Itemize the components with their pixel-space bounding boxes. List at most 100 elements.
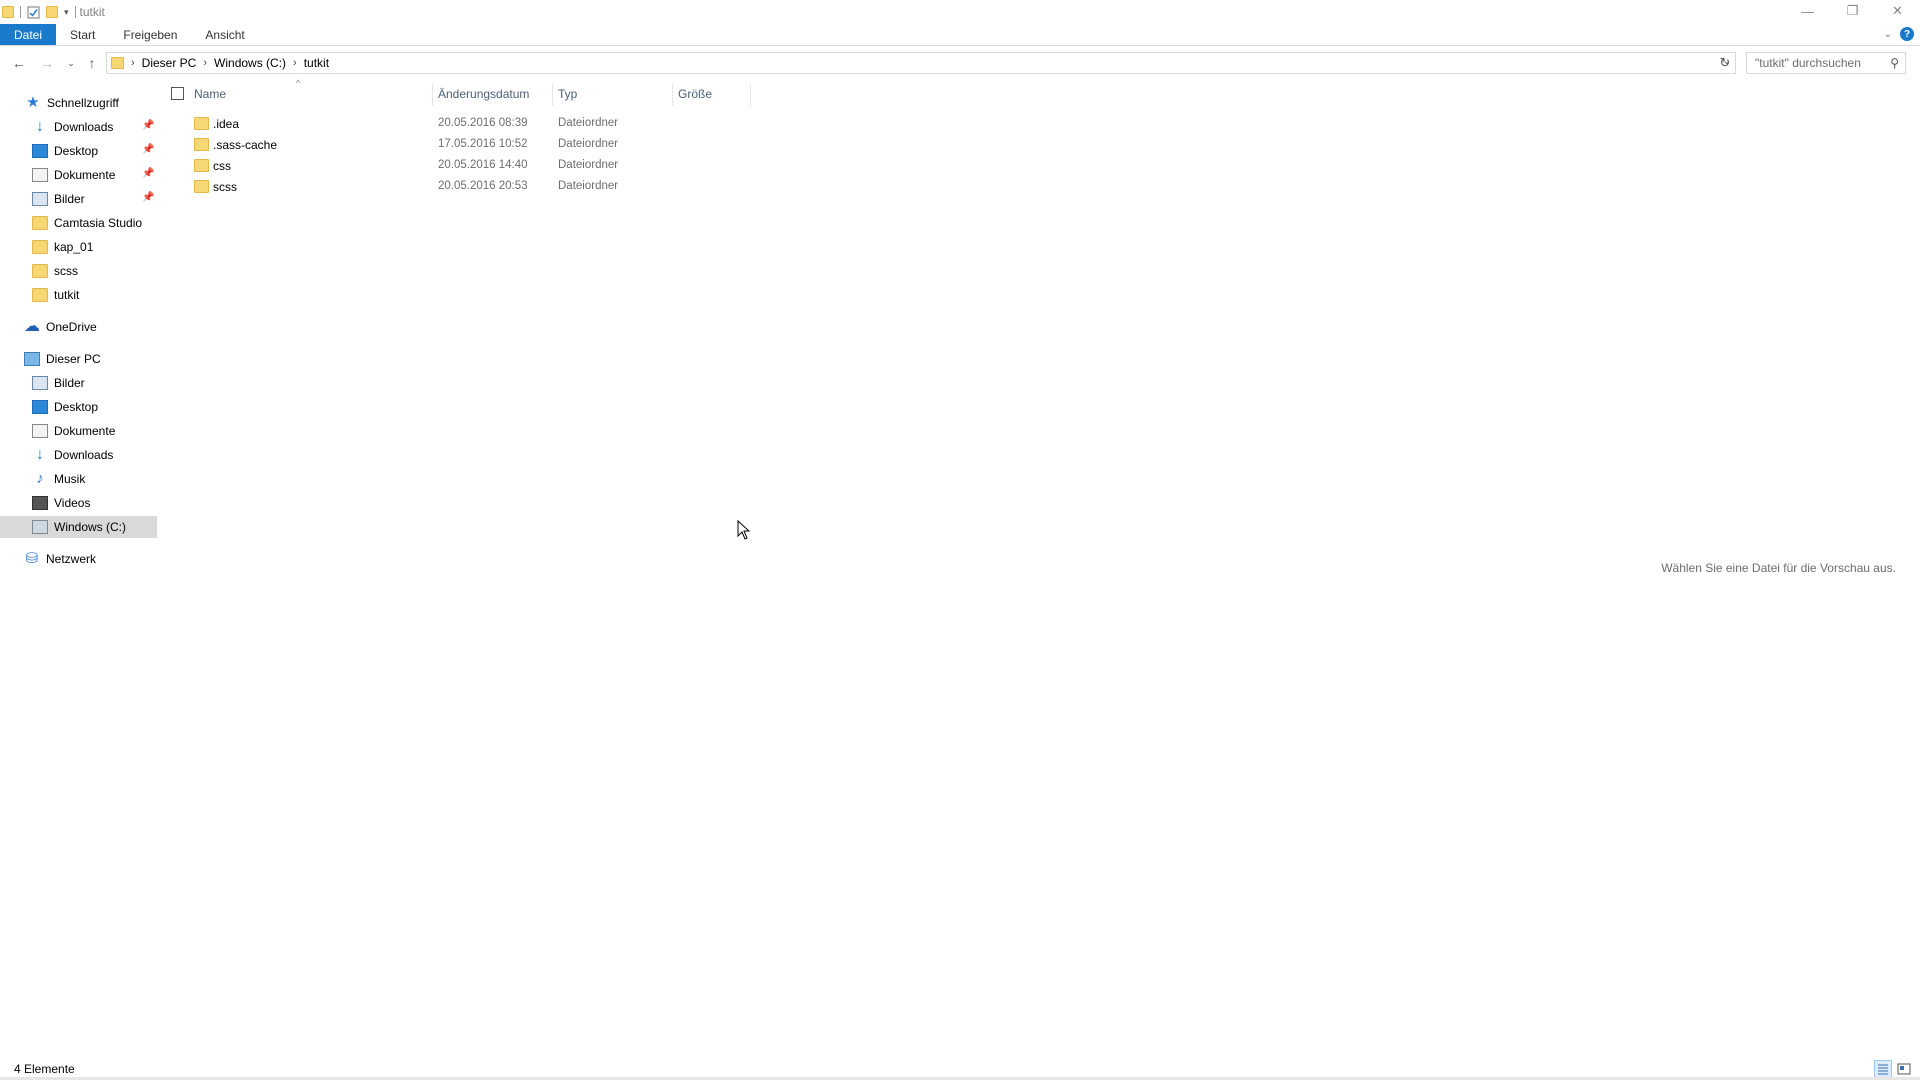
pin-icon[interactable]: 📌 <box>142 192 154 203</box>
folder-icon <box>194 159 209 172</box>
up-arrow-icon: ↑ <box>88 55 96 71</box>
nav-item-tutkit[interactable]: tutkit <box>0 284 157 306</box>
folder-icon <box>32 264 48 278</box>
nav-label: Downloads <box>54 120 114 134</box>
forward-button[interactable]: → <box>38 54 56 72</box>
pin-icon[interactable]: 📌 <box>142 120 154 131</box>
nav-item-dokumente-pc[interactable]: Dokumente <box>0 420 157 442</box>
column-header-date[interactable]: Änderungsdatum <box>438 82 529 106</box>
file-date: 20.05.2016 08:39 <box>438 117 528 129</box>
chevron-right-icon: › <box>131 57 135 69</box>
expand-ribbon-icon[interactable]: ⌄ <box>1884 29 1892 40</box>
minimize-button[interactable]: — <box>1785 0 1830 22</box>
customize-qat-icon[interactable]: ▾ <box>64 7 69 18</box>
refresh-button[interactable]: ↻ <box>1716 54 1734 72</box>
nav-item-downloads-pc[interactable]: ↓ Downloads <box>0 444 157 466</box>
nav-item-desktop[interactable]: Desktop 📌 <box>0 140 157 162</box>
chevron-down-icon: ⌄ <box>67 57 75 68</box>
nav-label: Desktop <box>54 400 99 414</box>
nav-label: Videos <box>54 496 91 510</box>
nav-quick-access[interactable]: ★ Schnellzugriff <box>0 92 157 114</box>
file-type: Dateiordner <box>558 117 619 129</box>
search-input[interactable]: "tutkit" durchsuchen ⚲ <box>1746 52 1906 74</box>
select-all-checkbox[interactable] <box>171 87 184 100</box>
nav-item-windows-c[interactable]: Windows (C:) <box>0 516 157 538</box>
nav-label: Windows (C:) <box>54 520 127 534</box>
tab-datei[interactable]: Datei <box>0 24 57 45</box>
quick-access-toolbar: ▾ <box>0 0 76 24</box>
breadcrumb-windows-c[interactable]: Windows (C:) <box>210 56 290 70</box>
nav-item-dokumente[interactable]: Dokumente 📌 <box>0 164 157 186</box>
details-view-button[interactable] <box>1874 1060 1892 1078</box>
file-type: Dateiordner <box>558 180 619 192</box>
help-icon[interactable]: ? <box>1900 27 1914 41</box>
file-row[interactable]: css 20.05.2016 14:40 Dateiordner <box>190 156 750 176</box>
pin-icon[interactable]: 📌 <box>142 168 154 179</box>
download-icon: ↓ <box>36 446 44 463</box>
nav-item-desktop-pc[interactable]: Desktop <box>0 396 157 418</box>
nav-this-pc[interactable]: Dieser PC <box>0 348 157 370</box>
file-date: 20.05.2016 20:53 <box>438 180 528 192</box>
column-label: Typ <box>558 87 578 101</box>
nav-item-bilder[interactable]: Bilder 📌 <box>0 188 157 210</box>
file-type: Dateiordner <box>558 138 619 150</box>
column-divider[interactable] <box>552 84 553 106</box>
nav-item-camtasia-studio[interactable]: Camtasia Studio <box>0 212 157 234</box>
column-header-type[interactable]: Typ <box>558 82 577 106</box>
column-header-name[interactable]: Name <box>194 82 226 106</box>
tab-ansicht[interactable]: Ansicht <box>191 24 258 45</box>
cloud-icon: ☁ <box>24 318 40 335</box>
documents-icon <box>32 424 48 438</box>
pin-icon[interactable]: 📌 <box>142 144 154 155</box>
new-folder-icon[interactable] <box>46 6 58 18</box>
file-row[interactable]: .sass-cache 17.05.2016 10:52 Dateiordner <box>190 135 750 155</box>
recent-locations-button[interactable]: ⌄ <box>62 54 80 72</box>
breadcrumb-dieser-pc[interactable]: Dieser PC <box>138 56 201 70</box>
nav-label: Desktop <box>54 144 99 158</box>
ribbon-tabs: Datei Start Freigeben Ansicht ⌄ ? <box>0 24 1920 46</box>
nav-label: Dokumente <box>54 168 116 182</box>
folder-icon <box>32 216 48 230</box>
nav-onedrive[interactable]: ☁ OneDrive <box>0 316 157 338</box>
nav-label: Dieser PC <box>46 352 101 366</box>
properties-icon[interactable] <box>27 6 40 19</box>
file-row[interactable]: .idea 20.05.2016 08:39 Dateiordner <box>190 114 750 134</box>
file-row[interactable]: scss 20.05.2016 20:53 Dateiordner <box>190 177 750 197</box>
nav-item-bilder-pc[interactable]: Bilder <box>0 372 157 394</box>
large-icons-view-button[interactable] <box>1895 1060 1913 1078</box>
nav-label: tutkit <box>54 288 80 302</box>
sort-ascending-icon: ^ <box>296 78 301 88</box>
column-divider[interactable] <box>750 84 751 106</box>
nav-item-kap-01[interactable]: kap_01 <box>0 236 157 258</box>
forward-arrow-icon: → <box>40 55 54 71</box>
tab-freigeben[interactable]: Freigeben <box>109 24 191 45</box>
close-button[interactable]: ✕ <box>1875 0 1920 22</box>
divider <box>74 6 76 18</box>
column-divider[interactable] <box>432 84 433 106</box>
column-header-size[interactable]: Größe <box>678 82 712 106</box>
nav-item-videos[interactable]: Videos <box>0 492 157 514</box>
nav-label: Downloads <box>54 448 114 462</box>
nav-item-scss[interactable]: scss <box>0 260 157 282</box>
details-view-icon <box>1878 1064 1888 1075</box>
column-label: Größe <box>678 87 713 101</box>
nav-network[interactable]: ⛁ Netzwerk <box>0 548 157 570</box>
tab-start[interactable]: Start <box>56 24 109 45</box>
documents-icon <box>32 168 48 182</box>
chevron-right-icon[interactable]: › <box>290 57 300 69</box>
restore-button[interactable]: ❐ <box>1830 0 1875 22</box>
nav-item-musik[interactable]: ♪ Musik <box>0 468 157 490</box>
up-button[interactable]: ↑ <box>83 54 101 72</box>
navigation-pane: ★ Schnellzugriff ↓ Downloads 📌 Desktop 📌… <box>0 90 158 1050</box>
back-button[interactable]: ← <box>10 54 28 72</box>
file-name: .sass-cache <box>213 138 278 152</box>
search-icon: ⚲ <box>1890 56 1899 70</box>
window-title: tutkit <box>79 5 105 19</box>
breadcrumb-tutkit[interactable]: tutkit <box>300 56 333 70</box>
folder-icon <box>194 138 209 151</box>
nav-item-downloads[interactable]: ↓ Downloads 📌 <box>0 116 157 138</box>
chevron-right-icon[interactable]: › <box>200 57 210 69</box>
address-bar[interactable]: › Dieser PC › Windows (C:) › tutkit ⌄ <box>106 52 1736 74</box>
minimize-icon: — <box>1801 3 1814 19</box>
column-divider[interactable] <box>672 84 673 106</box>
